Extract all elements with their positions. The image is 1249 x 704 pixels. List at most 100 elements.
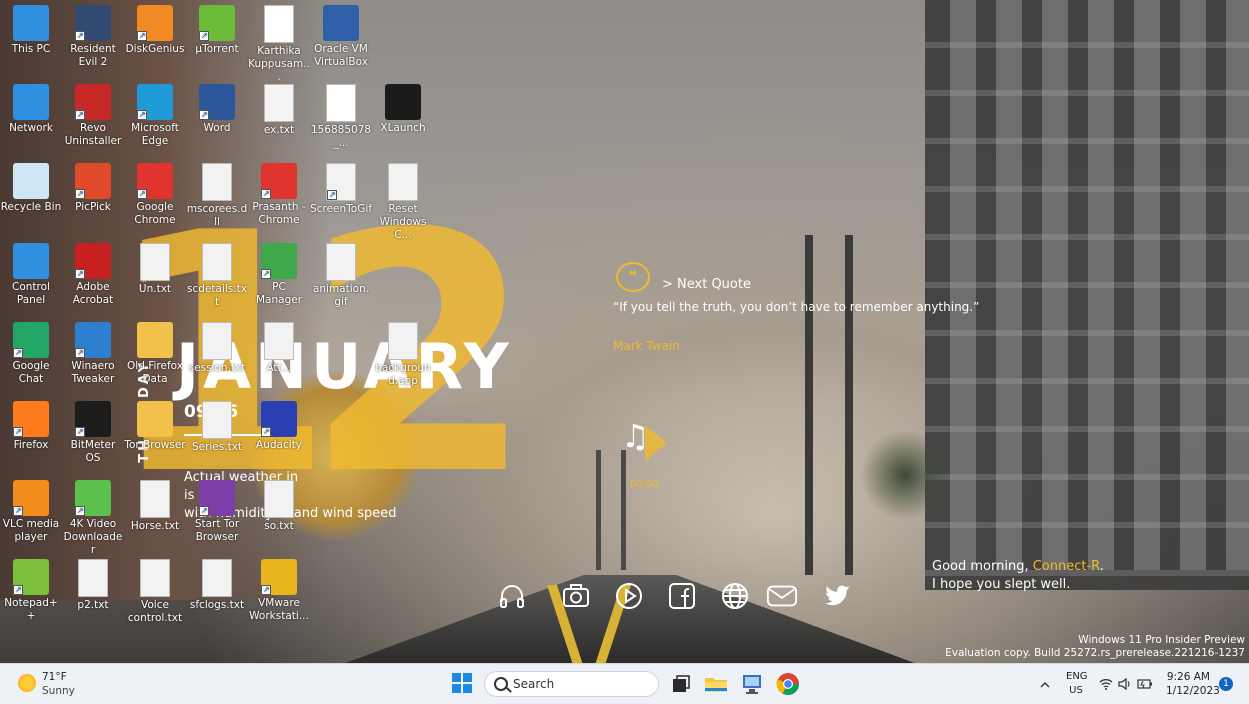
shortcut-arrow-icon: [75, 29, 85, 42]
desktop-icon-att-file[interactable]: Att...: [248, 322, 310, 375]
windows-logo-icon: [463, 684, 472, 693]
desktop-icon-voice-control-txt[interactable]: Voice control.txt: [124, 559, 186, 625]
desktop-icon-ex-txt[interactable]: ex.txt: [248, 84, 310, 137]
microsoft-edge-icon: [137, 84, 173, 121]
desktop-icon-old-firefox-data[interactable]: Old Firefox Data: [124, 322, 186, 386]
desktop-icon-screentogif[interactable]: ScreenToGif: [310, 163, 372, 216]
next-quote-link[interactable]: > Next Quote: [662, 277, 751, 292]
desktop-icon-recycle-bin[interactable]: Recycle Bin: [0, 163, 62, 214]
desktop-icon-mscorees-dll[interactable]: mscorees.dll: [186, 163, 248, 229]
facebook-icon[interactable]: [666, 580, 698, 612]
desktop-icon-resident-evil-2[interactable]: Resident Evil 2: [62, 5, 124, 69]
desktop-icon-4k-video-downloader[interactable]: 4K Video Downloader: [62, 480, 124, 557]
taskbar-search[interactable]: Search: [484, 671, 659, 697]
taskbar: 71°F Sunny Search ENG US 9:26 AM 1/12/20…: [0, 663, 1249, 704]
desktop-icon-label: µTorrent: [195, 43, 239, 55]
series-txt-icon: [202, 401, 232, 439]
tor-browser-icon: [137, 401, 173, 437]
desktop-icon-word[interactable]: Word: [186, 84, 248, 135]
desktop-icon-karthika-pdf[interactable]: Karthika Kuppusam...: [248, 5, 310, 84]
desktop-icon-microsoft-edge[interactable]: Microsoft Edge: [124, 84, 186, 148]
desktop-icon-label: p2.txt: [77, 599, 109, 611]
remote-desktop-icon[interactable]: [739, 671, 765, 697]
shortcut-arrow-icon: [13, 346, 23, 359]
camera-icon[interactable]: [560, 580, 592, 612]
shortcut-arrow-icon: [261, 425, 271, 438]
desktop-icon-background-app[interactable]: background.app: [372, 322, 434, 388]
desktop-icon-revo-uninstaller[interactable]: Revo Uninstaller: [62, 84, 124, 148]
battery-icon[interactable]: [1137, 676, 1153, 695]
desktop-icon-label: Series.txt: [191, 441, 243, 453]
revo-uninstaller-icon: [75, 84, 111, 121]
search-icon: [494, 677, 508, 691]
desktop-icon-label: scdetails.txt: [187, 283, 247, 308]
desktop-icon-animation-gif[interactable]: animation.gif: [310, 243, 372, 309]
shortcut-arrow-icon: [199, 504, 209, 517]
desktop-icon-start-tor-browser[interactable]: Start Tor Browser: [186, 480, 248, 544]
task-view-icon[interactable]: [668, 671, 694, 697]
mail-icon[interactable]: [766, 580, 798, 612]
taskbar-clock[interactable]: 9:26 AM 1/12/2023: [1166, 670, 1220, 698]
desktop-icon-bitmeter-os[interactable]: BitMeter OS: [62, 401, 124, 465]
desktop-icon-session-txt[interactable]: session.txt: [186, 322, 248, 375]
desktop-icon-sfclogs-txt[interactable]: sfclogs.txt: [186, 559, 248, 612]
ex-txt-icon: [264, 84, 294, 122]
desktop-icon-vlc[interactable]: VLC media player: [0, 480, 62, 544]
desktop-icon-horse-txt[interactable]: Horse.txt: [124, 480, 186, 533]
desktop-icon-winaero-tweaker[interactable]: Winaero Tweaker: [62, 322, 124, 386]
desktop-icon-label: Control Panel: [12, 281, 50, 306]
desktop-icon-tor-browser[interactable]: Tor Browser: [124, 401, 186, 452]
language-indicator[interactable]: ENG US: [1066, 670, 1088, 698]
desktop-icon-un-txt[interactable]: Un.txt: [124, 243, 186, 296]
desktop-icon-series-txt[interactable]: Series.txt: [186, 401, 248, 454]
start-button[interactable]: [452, 673, 472, 693]
desktop-icon-label: Att...: [266, 362, 292, 374]
desktop-icon-p2-txt[interactable]: p2.txt: [62, 559, 124, 612]
att-file-icon: [264, 322, 294, 360]
play-icon[interactable]: [613, 580, 645, 612]
desktop-icon-picpick[interactable]: PicPick: [62, 163, 124, 214]
mscorees-dll-icon: [202, 163, 232, 201]
desktop-icon-control-panel[interactable]: Control Panel: [0, 243, 62, 307]
greeting-line-2: I hope you slept well.: [932, 577, 1071, 592]
speaker-icon[interactable]: [1118, 676, 1132, 695]
desktop-icon-label: Un.txt: [138, 283, 172, 295]
desktop-icon-pdf-156885078[interactable]: 156885078_...: [310, 84, 372, 150]
wifi-icon[interactable]: [1099, 676, 1113, 695]
desktop-icon-label: Word: [203, 122, 231, 134]
desktop-icon-firefox[interactable]: Firefox: [0, 401, 62, 452]
desktop-icon-prasanth-chrome[interactable]: Prasanth - Chrome: [248, 163, 310, 227]
desktop-icon-scdetails-txt[interactable]: scdetails.txt: [186, 243, 248, 309]
windows-logo-icon: [452, 684, 461, 693]
show-hidden-icons-chevron-icon[interactable]: [1039, 676, 1051, 688]
desktop-icon-xlaunch[interactable]: XLaunch: [372, 84, 434, 135]
chrome-icon[interactable]: [775, 671, 801, 697]
file-explorer-icon[interactable]: [703, 671, 729, 697]
desktop-icon-oracle-vm[interactable]: Oracle VM VirtualBox: [310, 5, 372, 69]
desktop-icon-audacity[interactable]: Audacity: [248, 401, 310, 452]
desktop-icon-google-chat[interactable]: Google Chat: [0, 322, 62, 386]
desktop-icon-google-chrome[interactable]: Google Chrome: [124, 163, 186, 227]
desktop-icon-diskgenius[interactable]: DiskGenius: [124, 5, 186, 56]
notification-badge[interactable]: 1: [1219, 677, 1233, 691]
desktop-icon-so-txt[interactable]: so.txt: [248, 480, 310, 533]
globe-icon[interactable]: [719, 580, 751, 612]
desktop-icon-label: Recycle Bin: [0, 201, 62, 213]
desktop-icon-label: Microsoft Edge: [131, 122, 179, 147]
desktop-icon-adobe-acrobat[interactable]: Adobe Acrobat: [62, 243, 124, 307]
desktop-icon-this-pc[interactable]: This PC: [0, 5, 62, 56]
desktop-icon-reset-windows[interactable]: Reset Windows C...: [372, 163, 434, 242]
prasanth-chrome-icon: [261, 163, 297, 200]
desktop-icon-vmware[interactable]: VMware Workstati...: [248, 559, 310, 623]
desktop-icon-network[interactable]: Network: [0, 84, 62, 135]
desktop-icon-pc-manager[interactable]: PC Manager: [248, 243, 310, 307]
background-app-icon: [388, 322, 418, 360]
headphones-icon[interactable]: [496, 580, 528, 612]
desktop-icon-utorrent[interactable]: µTorrent: [186, 5, 248, 56]
music-time: 00:00: [630, 479, 659, 490]
desktop-icon-notepad-plus[interactable]: Notepad++: [0, 559, 62, 623]
music-play-icon[interactable]: [645, 425, 667, 461]
twitter-icon[interactable]: [822, 580, 854, 612]
desktop-icon-label: 4K Video Downloader: [63, 518, 123, 556]
desktop-icon-label: Firefox: [13, 439, 49, 451]
